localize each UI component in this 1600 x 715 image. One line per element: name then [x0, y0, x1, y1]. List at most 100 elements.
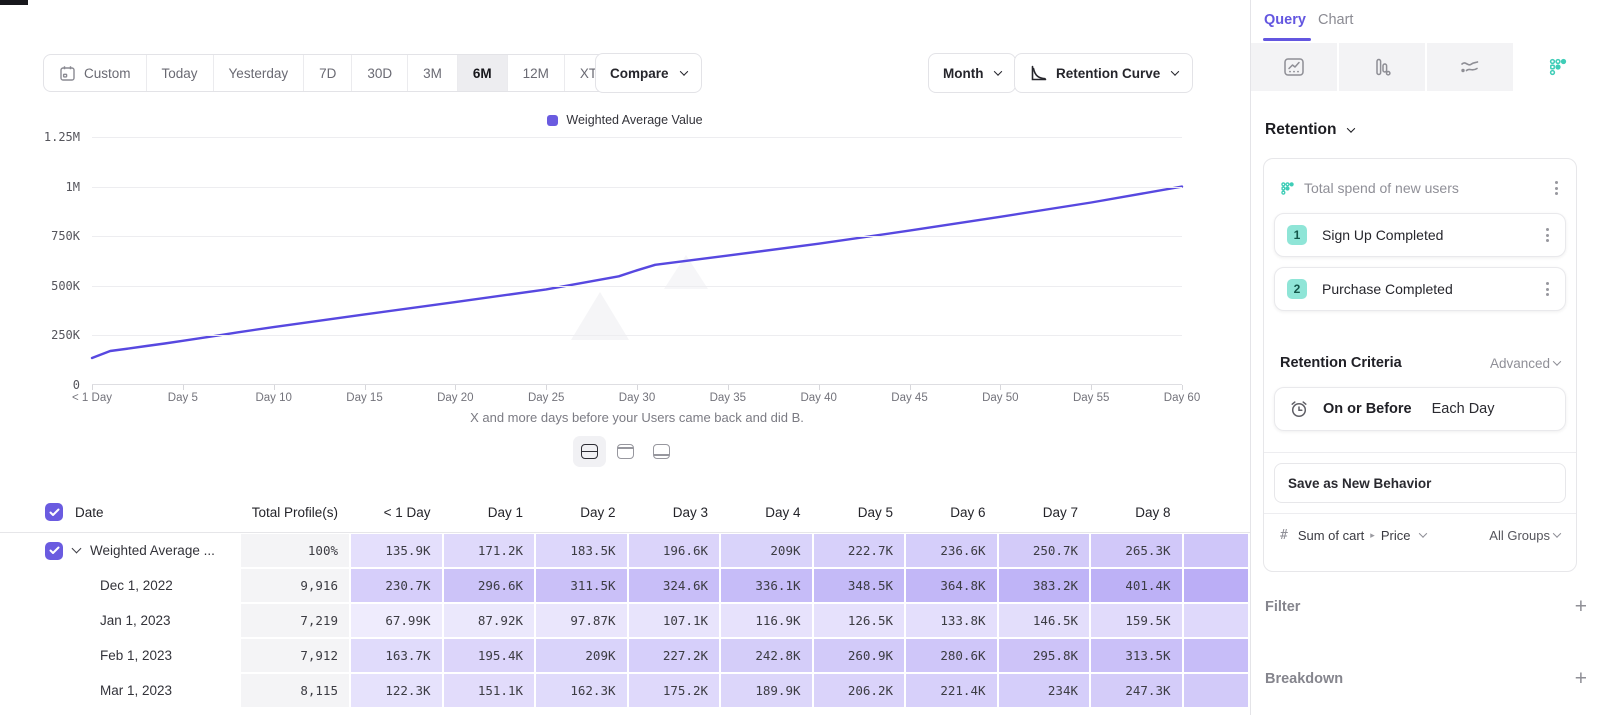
- report-section-dropdown[interactable]: Retention: [1265, 121, 1354, 139]
- step-2[interactable]: 2 Purchase Completed: [1274, 267, 1566, 311]
- group-dropdown[interactable]: All Groups: [1489, 528, 1560, 543]
- date-range-group: CustomTodayYesterday7D30D3M6M12MXTD: [43, 54, 641, 92]
- retention-value-cell: 159.5K: [1091, 604, 1182, 637]
- chart-view-icon: [617, 444, 634, 459]
- retention-value-cell: 247.3K: [1091, 674, 1182, 707]
- chevron-down-icon: [1171, 67, 1179, 75]
- retention-curve-chart: [92, 137, 1182, 385]
- x-tick-label: Day 50: [982, 392, 1018, 404]
- x-tick-label: Day 25: [528, 392, 564, 404]
- x-tick-mark: [1000, 385, 1001, 390]
- filter-section: Filter +: [1265, 596, 1587, 617]
- gridline: [92, 137, 1182, 138]
- x-tick-mark: [365, 385, 366, 390]
- save-as-new-behavior-button[interactable]: Save as New Behavior: [1274, 463, 1566, 503]
- compare-button[interactable]: Compare: [595, 53, 702, 93]
- granularity-button[interactable]: Month: [928, 53, 1016, 93]
- date-range-3m[interactable]: 3M: [407, 55, 457, 91]
- table-view-button[interactable]: [645, 436, 678, 467]
- granularity-label: Month: [943, 66, 983, 81]
- date-range-custom[interactable]: Custom: [44, 55, 146, 91]
- date-range-label: Custom: [84, 66, 131, 81]
- y-tick-label: 250K: [22, 328, 80, 342]
- x-tick-mark: [1091, 385, 1092, 390]
- date-range-today[interactable]: Today: [146, 55, 213, 91]
- retention-value-cell: 311.5K: [536, 569, 627, 602]
- date-range-6m[interactable]: 6M: [457, 55, 507, 91]
- split-view-icon: [581, 444, 598, 459]
- x-tick-label: Day 20: [437, 392, 473, 404]
- chevron-down-icon: [1347, 124, 1355, 132]
- x-tick-mark: [1182, 385, 1183, 390]
- view-switcher: [0, 436, 1250, 467]
- x-tick-label: Day 60: [1164, 392, 1200, 404]
- x-tick-label: Day 55: [1073, 392, 1109, 404]
- retention-value-cell: 296.6K: [444, 569, 535, 602]
- date-range-label: Today: [162, 66, 198, 81]
- row-date-cell: Jan 1, 2023: [0, 603, 240, 638]
- table-header-day: < 1 Day: [350, 505, 443, 520]
- retention-value-cell: 97.87K: [536, 604, 627, 637]
- x-tick-label: < 1 Day: [72, 392, 112, 404]
- calendar-icon: [59, 65, 76, 82]
- date-column-label: Date: [75, 505, 104, 520]
- tab-chart[interactable]: Chart: [1318, 12, 1353, 28]
- chart-type-label: Retention Curve: [1056, 66, 1160, 81]
- row-date-cell: Weighted Average ...: [0, 533, 240, 568]
- active-tab-underline: [1263, 38, 1311, 41]
- y-tick-label: 500K: [22, 279, 80, 293]
- tab-query[interactable]: Query: [1264, 12, 1306, 28]
- chart-view-button[interactable]: [609, 436, 642, 467]
- row-checkbox[interactable]: [45, 542, 63, 560]
- report-tab-flows[interactable]: [1427, 43, 1515, 91]
- step-1[interactable]: 1 Sign Up Completed: [1274, 213, 1566, 257]
- retention-value-cell: 135.9K: [351, 534, 442, 567]
- date-range-label: Yesterday: [229, 66, 289, 81]
- date-range-12m[interactable]: 12M: [507, 55, 564, 91]
- chevron-down-icon: [1419, 529, 1427, 537]
- row-label: Feb 1, 2023: [100, 648, 172, 663]
- funnels-icon: [1372, 57, 1392, 77]
- x-axis-caption: X and more days before your Users came b…: [92, 410, 1182, 425]
- step-1-menu-icon[interactable]: [1542, 224, 1553, 246]
- date-range-30d[interactable]: 30D: [351, 55, 407, 91]
- y-tick-label: 750K: [22, 229, 80, 243]
- total-profiles-cell: 7,912: [241, 639, 349, 672]
- date-range-7d[interactable]: 7D: [303, 55, 351, 91]
- criteria-mode-dropdown[interactable]: Advanced: [1490, 356, 1560, 371]
- x-tick-mark: [819, 385, 820, 390]
- aggregation-property-dropdown[interactable]: Sum of cart ▸ Price: [1298, 528, 1479, 543]
- date-range-yesterday[interactable]: Yesterday: [213, 55, 304, 91]
- retention-value-cell: 324.6K: [629, 569, 720, 602]
- table-header-day: Day 1: [443, 505, 536, 520]
- retention-icon: [1548, 57, 1568, 77]
- report-section-title: Retention: [1265, 121, 1336, 139]
- retention-criteria-row: Retention Criteria Advanced: [1274, 355, 1566, 371]
- behavior-menu-icon[interactable]: [1551, 177, 1562, 199]
- retention-value-cell: 364.8K: [906, 569, 997, 602]
- divider: [1264, 452, 1576, 453]
- chart-type-button[interactable]: Retention Curve: [1014, 53, 1193, 93]
- select-all-checkbox[interactable]: [45, 503, 63, 521]
- date-range-label: 6M: [473, 66, 492, 81]
- behavior-name[interactable]: Total spend of new users: [1304, 180, 1542, 196]
- report-tab-funnels[interactable]: [1339, 43, 1427, 91]
- add-breakdown-button[interactable]: +: [1575, 668, 1587, 689]
- caret-right-icon: ▸: [1370, 530, 1375, 541]
- report-tab-insights[interactable]: [1251, 43, 1339, 91]
- split-view-button[interactable]: [573, 436, 606, 467]
- report-tab-retention[interactable]: [1515, 43, 1600, 91]
- step-1-badge: 1: [1287, 225, 1307, 245]
- step-2-menu-icon[interactable]: [1542, 278, 1553, 300]
- add-filter-button[interactable]: +: [1575, 596, 1587, 617]
- x-tick-label: Day 35: [710, 392, 746, 404]
- retention-value-cell: 206.2K: [814, 674, 905, 707]
- table-row: Dec 1, 20229,916230.7K296.6K311.5K324.6K…: [0, 568, 1250, 603]
- behavior-card: Total spend of new users 1 Sign Up Compl…: [1263, 158, 1577, 572]
- expand-caret-icon[interactable]: [72, 544, 82, 554]
- chart-legend[interactable]: Weighted Average Value: [0, 113, 1250, 127]
- retention-timing-selector[interactable]: On or Before Each Day: [1274, 387, 1566, 431]
- date-range-label: 30D: [367, 66, 392, 81]
- criteria-mode-label: Advanced: [1490, 356, 1550, 371]
- table-header-day: Day 3: [628, 505, 721, 520]
